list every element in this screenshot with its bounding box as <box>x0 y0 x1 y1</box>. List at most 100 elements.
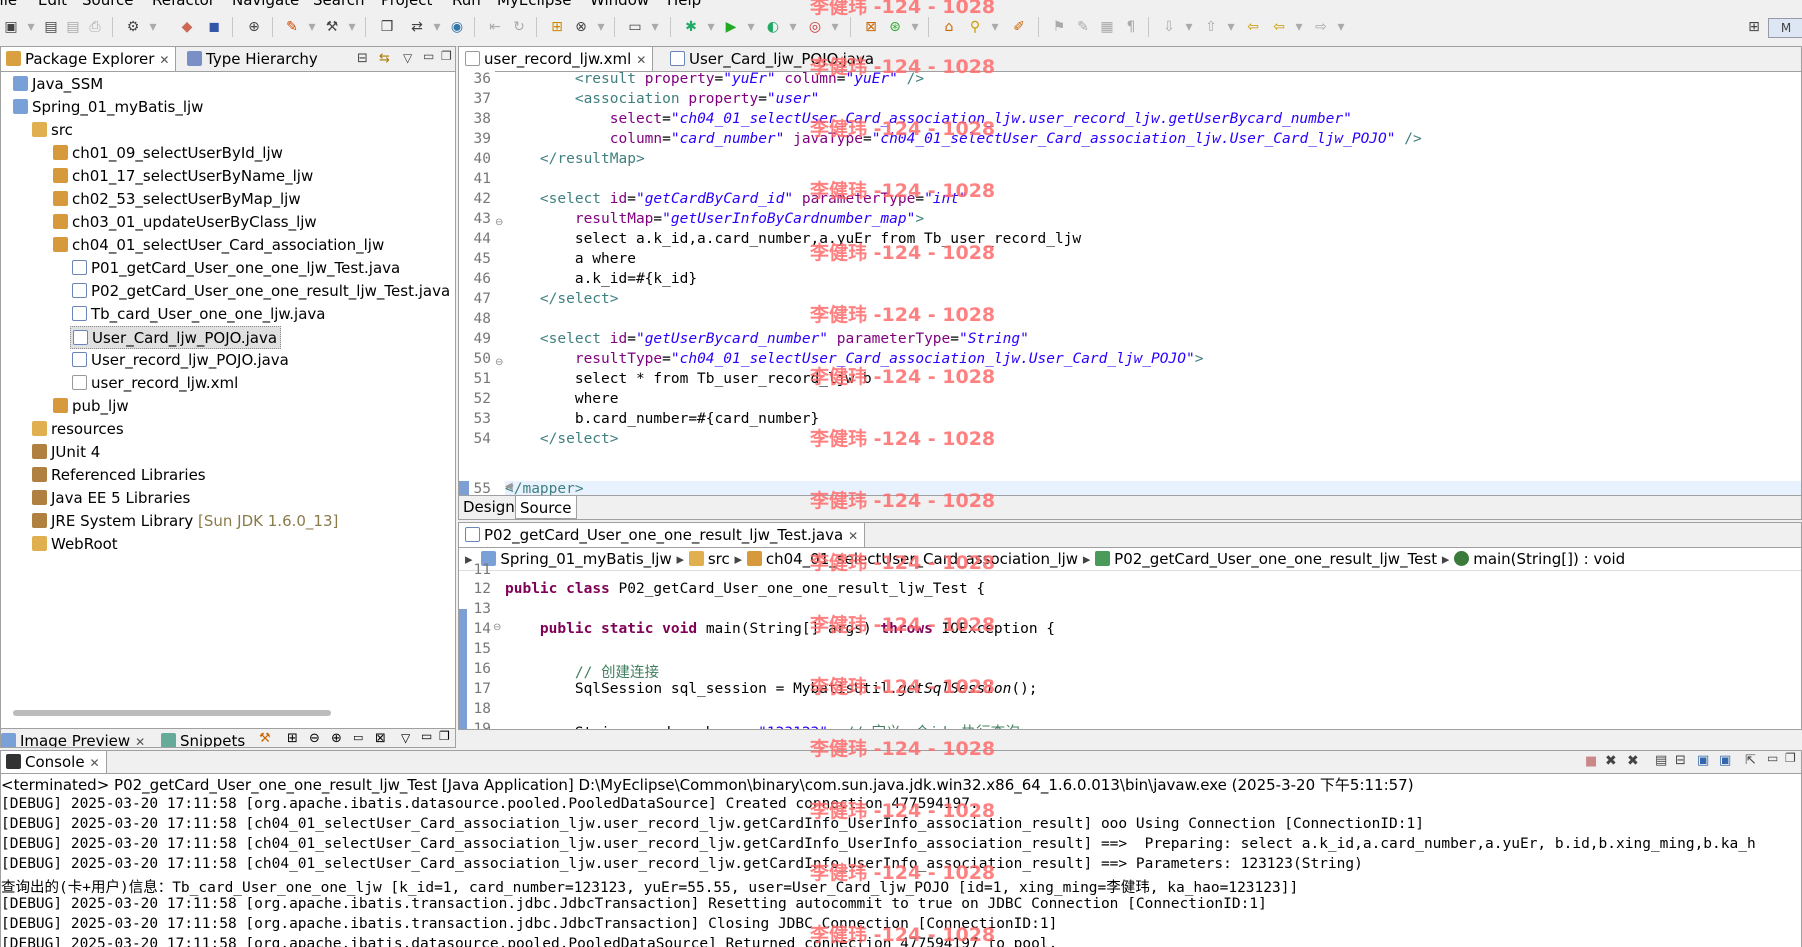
search-icon[interactable]: ⚲ <box>966 18 984 36</box>
tree-item[interactable]: ch04_01_selectUser_Card_association_ljw <box>53 234 384 257</box>
actual-size-icon[interactable]: ▭ <box>353 731 363 744</box>
open-resource-icon[interactable]: ⌂ <box>940 18 958 36</box>
tree-item[interactable]: P02_getCard_User_one_one_result_ljw_Test… <box>72 280 450 303</box>
save-icon[interactable]: ▤ <box>42 18 60 36</box>
remove-all-terminated-icon[interactable]: ✖ <box>1627 753 1639 769</box>
link-with-editor-icon[interactable]: ⇆ <box>379 51 390 66</box>
terminal-icon[interactable]: ▭ <box>626 18 644 36</box>
annotation-icon[interactable]: ✎ <box>1074 18 1092 36</box>
dropdown-arrow-icon[interactable]: ▾ <box>906 18 924 36</box>
new-server-icon[interactable]: ⚙ <box>124 18 142 36</box>
tree-item[interactable]: pub_ljw <box>53 395 129 418</box>
new-package-icon[interactable]: ⊛ <box>886 18 904 36</box>
deploy-icon[interactable]: ◼ <box>205 18 223 36</box>
collapse-all-icon[interactable]: ⊟ <box>357 51 368 66</box>
external-tools-icon[interactable]: ◎ <box>806 18 824 36</box>
refresh-icon[interactable]: ⊠ <box>375 731 386 746</box>
menu-refactor[interactable]: Refactor <box>152 0 215 8</box>
scroll-left-icon[interactable]: ◀ <box>505 481 513 492</box>
debug-icon[interactable]: ✱ <box>682 18 700 36</box>
database-icon[interactable]: ⇄ <box>408 18 426 36</box>
package-box-icon[interactable]: ◆ <box>178 18 196 36</box>
debug-server-icon[interactable]: ✎ <box>283 18 301 36</box>
tree-item[interactable]: src <box>32 119 73 142</box>
back-history-icon[interactable]: ⇤ <box>486 18 504 36</box>
menu-myeclipse[interactable]: MyEclipse <box>497 0 571 8</box>
breadcrumb-item[interactable]: main(String[]) : void <box>1473 550 1625 568</box>
tree-item[interactable]: Java_SSM <box>13 73 103 96</box>
close-icon[interactable]: ✕ <box>848 529 858 543</box>
remove-launch-icon[interactable]: ✖ <box>1605 753 1617 769</box>
menu-window[interactable]: Window <box>590 0 649 8</box>
block-select-icon[interactable]: ▦ <box>1098 18 1116 36</box>
dropdown-arrow-icon[interactable]: ▾ <box>826 18 844 36</box>
dropdown-arrow-icon[interactable]: ▾ <box>303 18 321 36</box>
breadcrumb-item[interactable]: Spring_01_myBatis_ljw <box>500 550 671 568</box>
dropdown-arrow-icon[interactable]: ▾ <box>144 18 162 36</box>
terminate-icon[interactable]: ■ <box>1585 754 1597 769</box>
dropdown-arrow-icon[interactable]: ▾ <box>22 18 40 36</box>
fold-icon[interactable]: ⊖ <box>495 357 503 368</box>
open-type-icon[interactable]: ⊗ <box>572 18 590 36</box>
dropdown-arrow-icon[interactable]: ▾ <box>784 18 802 36</box>
menu-file[interactable]: File <box>0 0 17 8</box>
tab-type-hierarchy[interactable]: Type Hierarchy <box>181 47 324 71</box>
zoom-in-icon[interactable]: ⊕ <box>331 731 342 746</box>
menu-navigate[interactable]: Navigate <box>232 0 299 8</box>
dropdown-arrow-icon[interactable]: ▾ <box>1332 18 1350 36</box>
myeclipse-perspective-icon[interactable]: M <box>1768 18 1802 38</box>
new-java-project-icon[interactable]: ⊠ <box>862 18 880 36</box>
menu-source[interactable]: Source <box>82 0 134 8</box>
dropdown-arrow-icon[interactable]: ▾ <box>592 18 610 36</box>
tree-item[interactable]: ch03_01_updateUserByClass_ljw <box>53 211 317 234</box>
dropdown-arrow-icon[interactable]: ▾ <box>742 18 760 36</box>
tree-item[interactable]: ch02_53_selectUserByMap_ljw <box>53 188 301 211</box>
run-external-icon[interactable]: ◐ <box>764 18 782 36</box>
open-perspective-icon[interactable]: ⊞ <box>1745 18 1763 36</box>
tree-item[interactable]: P01_getCard_User_one_one_ljw_Test.java <box>72 257 400 280</box>
horizontal-scrollbar[interactable] <box>13 710 331 716</box>
tree-item[interactable]: WebRoot <box>32 533 118 556</box>
snippet-action-icon[interactable]: ⚒ <box>259 731 271 746</box>
tree-item[interactable]: JRE System Library [Sun JDK 1.6.0_13] <box>32 510 338 533</box>
view-menu-icon[interactable]: ▽ <box>403 51 412 65</box>
tab-p02-test-java[interactable]: P02_getCard_User_one_one_result_ljw_Test… <box>459 523 866 547</box>
show-whitespace-icon[interactable]: ¶ <box>1122 18 1140 36</box>
menu-search[interactable]: Search <box>313 0 365 8</box>
menu-run[interactable]: Run <box>452 0 481 8</box>
dropdown-arrow-icon[interactable]: ▾ <box>1222 18 1240 36</box>
tree-item[interactable]: Referenced Libraries <box>32 464 206 487</box>
tree-item[interactable]: Spring_01_myBatis_ljw <box>13 96 203 119</box>
maximize-icon[interactable]: ❐ <box>441 49 452 63</box>
fold-icon[interactable]: ⊖ <box>495 217 503 228</box>
minimize-icon[interactable]: ▭ <box>423 49 434 63</box>
menu-project[interactable]: Project <box>381 0 432 8</box>
refresh-icon[interactable]: ↻ <box>510 18 528 36</box>
fold-icon[interactable]: ⊖ <box>493 622 501 633</box>
tree-item-selected[interactable]: User_Card_ljw_POJO.java <box>70 326 282 349</box>
minimize-icon[interactable]: ▭ <box>421 729 432 743</box>
dropdown-arrow-icon[interactable]: ▾ <box>428 18 446 36</box>
next-annotation-icon[interactable]: ⇩ <box>1160 18 1178 36</box>
dropdown-arrow-icon[interactable]: ▾ <box>343 18 361 36</box>
show-on-stderr-icon[interactable]: ▣ <box>1719 753 1731 768</box>
forward-icon[interactable]: ⇨ <box>1312 18 1330 36</box>
tree-item[interactable]: ch01_17_selectUserByName_ljw <box>53 165 313 188</box>
run-server-icon[interactable]: ⚒ <box>323 18 341 36</box>
edit-icon[interactable]: ✐ <box>1010 18 1028 36</box>
tree-item[interactable]: user_record_ljw.xml <box>72 372 238 395</box>
tab-source[interactable]: Source <box>515 496 577 519</box>
dropdown-arrow-icon[interactable]: ▾ <box>646 18 664 36</box>
dropdown-arrow-icon[interactable]: ▾ <box>702 18 720 36</box>
breadcrumb-item[interactable]: src <box>708 550 730 568</box>
xml-code-area[interactable]: <result property="yuEr" column="yuEr" />… <box>505 71 1801 503</box>
tree-item[interactable]: Java EE 5 Libraries <box>32 487 190 510</box>
run-icon[interactable]: ▶ <box>722 18 740 36</box>
save-all-icon[interactable]: ▤ <box>64 18 82 36</box>
print-icon[interactable]: ⎙ <box>86 18 104 36</box>
close-icon[interactable]: ✕ <box>636 53 646 67</box>
maximize-icon[interactable]: ❐ <box>1785 751 1796 765</box>
menu-help[interactable]: Help <box>667 0 701 8</box>
tab-snippets[interactable]: Snippets <box>161 729 245 747</box>
close-icon[interactable]: ✕ <box>135 735 145 747</box>
